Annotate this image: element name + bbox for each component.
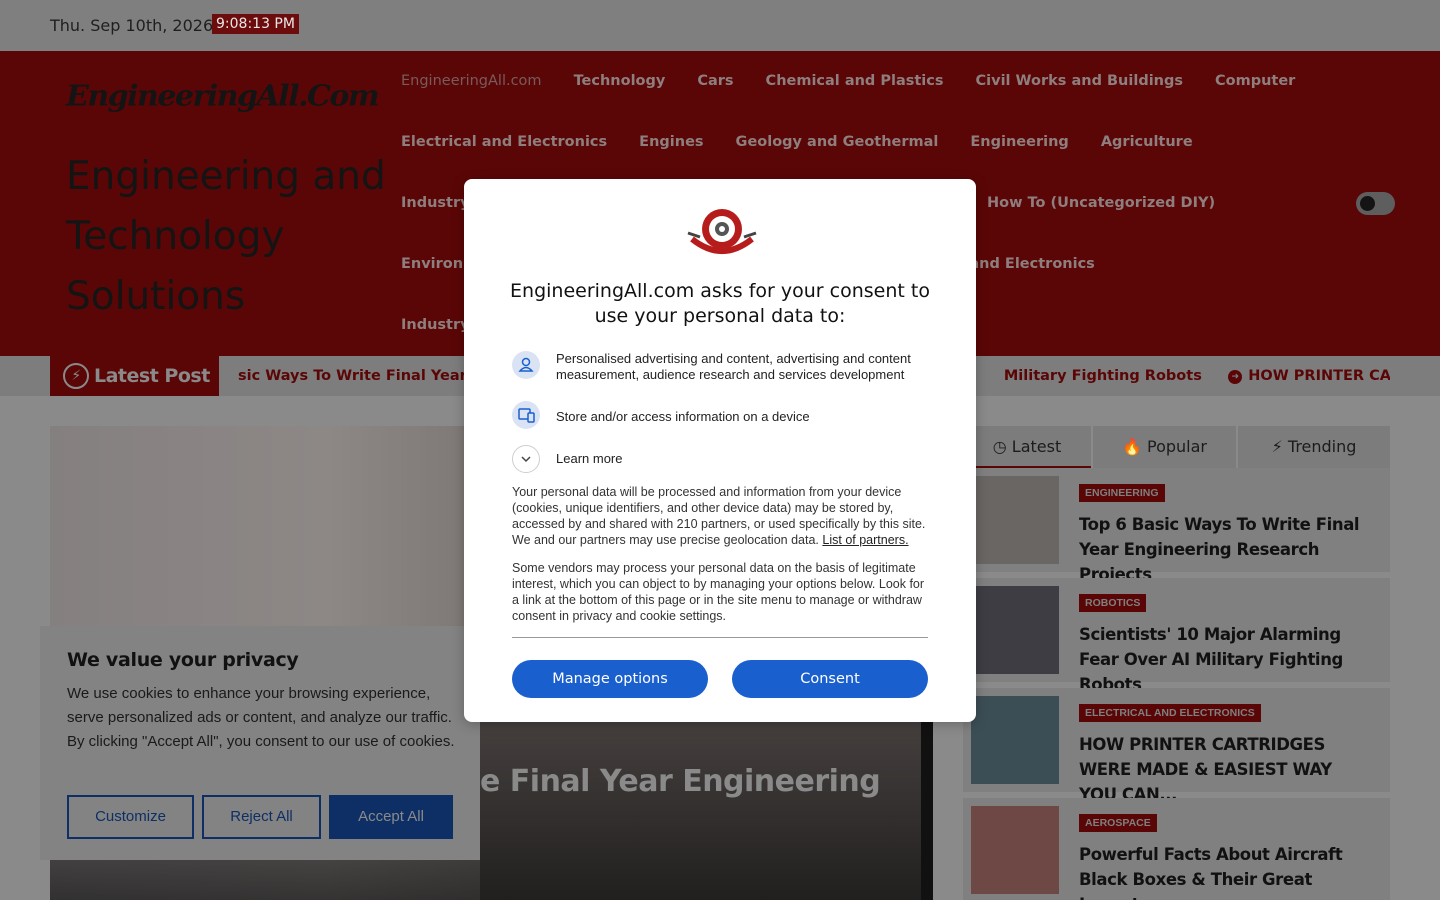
post-title[interactable]: Powerful Facts About Aircraft Black Boxe… [1079, 842, 1369, 900]
nav-item-agriculture[interactable]: Agriculture [1085, 112, 1209, 173]
post-thumbnail[interactable] [971, 806, 1059, 894]
cookie-banner-text: We use cookies to enhance your browsing … [67, 685, 455, 750]
bolt-icon: ⚡ [1271, 437, 1288, 456]
featured-post-title[interactable]: e Final Year Engineering [480, 764, 881, 799]
site-emblem-icon [687, 209, 757, 254]
site-tagline: Engineering and Technology Solutions [66, 154, 386, 319]
consent-title: EngineeringAll.com asks for your consent… [510, 280, 930, 327]
nav-item-electrical[interactable]: Electrical and Electronics [385, 112, 623, 173]
ticker-item[interactable]: Military Fighting Robots [1004, 356, 1202, 396]
sidebar-post[interactable]: ROBOTICS Scientists' 10 Major Alarming F… [963, 578, 1390, 694]
post-thumbnail[interactable] [971, 476, 1059, 564]
post-category-badge[interactable]: ENGINEERING [1079, 484, 1165, 502]
nav-item-engines[interactable]: Engines [623, 112, 719, 173]
sidebar-post[interactable]: ENGINEERING Top 6 Basic Ways To Write Fi… [963, 468, 1390, 584]
current-date: Thu. Sep 10th, 2026 [50, 16, 214, 35]
post-category-badge[interactable]: ELECTRICAL AND ELECTRONICS [1079, 704, 1261, 722]
learn-more-label: Learn more [556, 451, 623, 466]
cookie-banner-title: We value your privacy [67, 649, 299, 671]
nav-item-how-to[interactable]: How To (Uncategorized DIY) [971, 173, 1231, 234]
sidebar-post[interactable]: AEROSPACE Powerful Facts About Aircraft … [963, 798, 1390, 900]
theme-toggle[interactable] [1356, 192, 1395, 215]
current-time: 9:08:13 PM [212, 14, 299, 34]
chevron-down-icon [512, 445, 540, 473]
post-category-badge[interactable]: ROBOTICS [1079, 594, 1147, 612]
tab-label: Popular [1147, 437, 1207, 456]
nav-row: EngineeringAll.com Technology Cars Chemical… [385, 51, 1311, 112]
legitimate-interest-text: Some vendors may process your personal d… [512, 561, 925, 623]
list-of-partners-link[interactable]: List of partners. [822, 533, 908, 547]
nav-item-engineering[interactable]: Engineering [954, 112, 1084, 173]
top-bar: Thu. Sep 10th, 2026 9:08:13 PM [0, 0, 1440, 51]
tab-label: Trending [1287, 437, 1357, 456]
ticker-item[interactable]: ➜ HOW PRINTER CARTRIDGES W [1228, 356, 1390, 396]
ticker-item-text: Military Fighting Robots [1003, 368, 1202, 384]
consent-description: Your personal data will be processed and… [512, 484, 932, 548]
bolt-icon: ⚡ [63, 363, 89, 389]
toggle-knob [1360, 196, 1375, 211]
arrow-right-icon: ➜ [1228, 370, 1243, 384]
sidebar-post[interactable]: ELECTRICAL AND ELECTRONICS HOW PRINTER C… [963, 688, 1390, 804]
nav-item-cars[interactable]: Cars [681, 51, 749, 112]
nav-item-computer[interactable]: Computer [1199, 51, 1311, 112]
site-logo[interactable]: EngineeringAll.Com [66, 80, 380, 113]
ticker-label-text: Latest Post [94, 365, 210, 387]
nav-item-home[interactable]: EngineeringAll.com [385, 51, 558, 112]
nav-row: Electrical and Electronics Engines Geology… [385, 112, 1209, 173]
clock-icon: ◷ [992, 437, 1012, 456]
purpose-text: Personalised advertising and content, ad… [556, 351, 911, 382]
tab-trending[interactable]: ⚡ Trending [1238, 426, 1390, 468]
post-category-badge[interactable]: AEROSPACE [1079, 814, 1157, 832]
manage-options-button[interactable]: Manage options [512, 660, 708, 698]
purpose-text: Store and/or access information on a dev… [556, 409, 810, 424]
post-thumbnail[interactable] [971, 586, 1059, 674]
post-thumbnail[interactable] [971, 696, 1059, 784]
accept-all-button[interactable]: Accept All [329, 795, 453, 839]
tab-latest[interactable]: ◷ Latest [963, 426, 1091, 468]
post-title[interactable]: Scientists' 10 Major Alarming Fear Over … [1079, 622, 1369, 697]
nav-item-chemical[interactable]: Chemical and Plastics [750, 51, 960, 112]
post-title[interactable]: HOW PRINTER CARTRIDGES WERE MADE & EASIE… [1079, 732, 1369, 807]
flame-icon: 🔥 [1121, 437, 1147, 456]
reject-all-button[interactable]: Reject All [202, 795, 321, 839]
post-title[interactable]: Top 6 Basic Ways To Write Final Year Eng… [1079, 512, 1369, 587]
nav-item-geology[interactable]: Geology and Geothermal [720, 112, 955, 173]
tab-popular[interactable]: 🔥 Popular [1093, 426, 1236, 468]
nav-item-technology[interactable]: Technology [558, 51, 682, 112]
ticker-item-text: HOW PRINTER CARTRIDGES W [1248, 368, 1390, 384]
sidebar-tabs: ◷ Latest 🔥 Popular ⚡ Trending [963, 426, 1390, 468]
consent-button[interactable]: Consent [732, 660, 928, 698]
divider [512, 637, 928, 638]
customize-button[interactable]: Customize [67, 795, 194, 839]
cookie-banner: We value your privacy We use cookies to … [40, 626, 480, 860]
nav-item-civil[interactable]: Civil Works and Buildings [960, 51, 1200, 112]
tab-label: Latest [1011, 437, 1062, 456]
ticker-label: ⚡ Latest Post [50, 356, 219, 396]
device-icon [512, 401, 540, 429]
person-icon [512, 351, 540, 379]
consent-dialog: EngineeringAll.com asks for your consent… [464, 179, 976, 722]
